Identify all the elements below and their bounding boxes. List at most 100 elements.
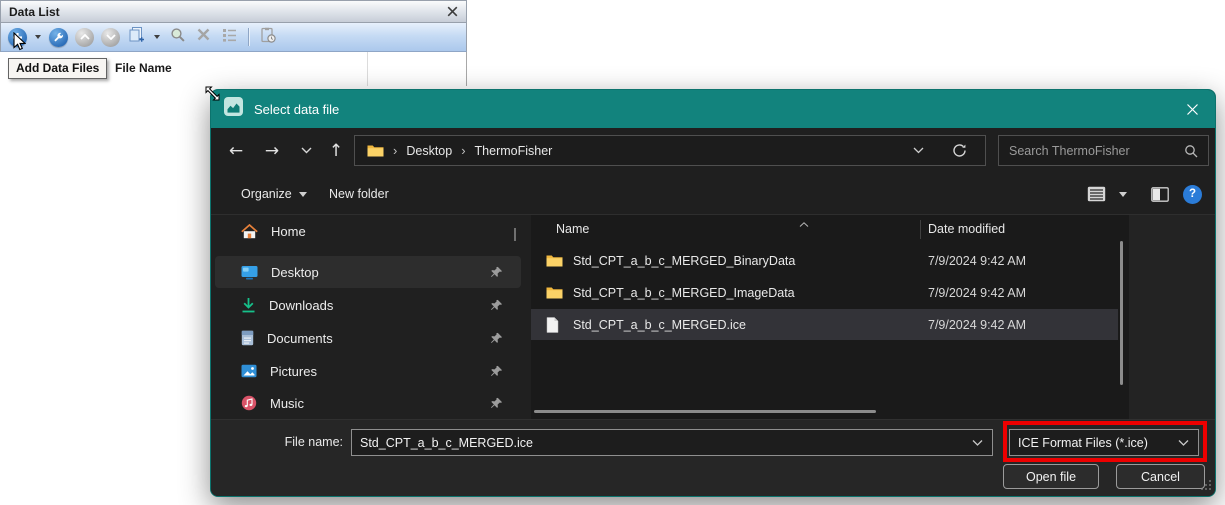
- pin-icon[interactable]: [490, 365, 503, 378]
- mouse-cursor-icon: [13, 31, 27, 57]
- resize-cursor-icon: [204, 85, 221, 107]
- sidebar-item-label: Home: [271, 223, 306, 239]
- column-divider[interactable]: [920, 220, 921, 239]
- sidebar-item-home[interactable]: Home: [215, 215, 521, 247]
- close-icon[interactable]: [447, 6, 458, 17]
- sidebar-item-documents[interactable]: Documents: [215, 322, 521, 354]
- copy-button[interactable]: [125, 26, 148, 49]
- search-button[interactable]: [166, 26, 189, 49]
- file-row-selected[interactable]: Std_CPT_a_b_c_MERGED.ice 7/9/2024 9:42 A…: [531, 309, 1118, 340]
- chevron-down-icon[interactable]: [972, 439, 983, 446]
- file-name: Std_CPT_a_b_c_MERGED.ice: [573, 317, 746, 332]
- file-row[interactable]: Std_CPT_a_b_c_MERGED_BinaryData 7/9/2024…: [531, 245, 1118, 276]
- file-type-value: ICE Format Files (*.ice): [1018, 435, 1148, 450]
- music-icon: [241, 395, 257, 411]
- refresh-icon[interactable]: [952, 143, 967, 158]
- sort-ascending-icon: [799, 216, 809, 230]
- view-options-button[interactable]: [218, 26, 241, 49]
- documents-icon: [241, 330, 254, 346]
- select-data-file-dialog: Select data file ← → ↑ › Desktop › Therm…: [210, 89, 1216, 497]
- places-sidebar: Home Desktop Downloads Documents Picture…: [211, 215, 529, 419]
- report-button[interactable]: [256, 26, 279, 49]
- sidebar-item-downloads[interactable]: Downloads: [215, 289, 521, 321]
- pin-icon[interactable]: [490, 299, 503, 312]
- new-folder-label: New folder: [329, 187, 389, 201]
- navigation-bar: ← → ↑ › Desktop › ThermoFisher: [211, 128, 1215, 173]
- sidebar-scrollbar[interactable]: [514, 228, 516, 241]
- view-dropdown-caret[interactable]: [1119, 173, 1127, 215]
- copy-icon: [128, 26, 145, 48]
- file-list-header: Name Date modified: [531, 217, 1129, 241]
- view-options-icon: [222, 28, 237, 47]
- help-button[interactable]: ?: [1183, 173, 1202, 215]
- folder-icon: [546, 254, 564, 268]
- close-icon[interactable]: [1169, 90, 1215, 128]
- back-icon[interactable]: ←: [223, 128, 249, 173]
- forward-icon[interactable]: →: [259, 128, 285, 173]
- file-name: Std_CPT_a_b_c_MERGED_ImageData: [573, 285, 795, 300]
- sidebar-item-label: Documents: [267, 330, 333, 346]
- remove-icon: [197, 28, 210, 46]
- copy-dropdown-caret[interactable]: [151, 26, 163, 49]
- vertical-scrollbar[interactable]: [1120, 241, 1123, 385]
- pin-icon[interactable]: [490, 332, 503, 345]
- move-up-icon: [75, 27, 94, 47]
- search-icon: [170, 27, 186, 48]
- pin-icon[interactable]: [490, 266, 503, 279]
- file-name-combo: [351, 429, 993, 456]
- tools-button[interactable]: [47, 26, 70, 49]
- sidebar-item-label: Desktop: [271, 264, 319, 280]
- breadcrumb-segment-thermofisher[interactable]: ThermoFisher: [475, 144, 553, 158]
- new-folder-button[interactable]: New folder: [329, 173, 389, 215]
- empty-area: [1129, 215, 1215, 419]
- move-up-button[interactable]: [73, 26, 96, 49]
- chevron-right-icon: ›: [393, 143, 398, 158]
- file-name: Std_CPT_a_b_c_MERGED_BinaryData: [573, 253, 796, 268]
- chevron-down-icon: [1178, 439, 1189, 446]
- column-header-date-modified[interactable]: Date modified: [928, 222, 1005, 236]
- view-list-button[interactable]: [1087, 173, 1106, 215]
- move-down-icon: [101, 27, 120, 47]
- remove-button[interactable]: [192, 26, 215, 49]
- dialog-footer: File name: ICE Format Files (*.ice) Open…: [211, 419, 1215, 496]
- column-header-name[interactable]: Name: [556, 222, 589, 236]
- move-down-button[interactable]: [99, 26, 122, 49]
- file-date-modified: 7/9/2024 9:42 AM: [928, 317, 1026, 332]
- search-box: [998, 135, 1209, 166]
- open-file-button[interactable]: Open file: [1003, 464, 1099, 489]
- file-icon: [546, 316, 564, 333]
- breadcrumb-segment-desktop[interactable]: Desktop: [406, 144, 452, 158]
- cancel-button[interactable]: Cancel: [1116, 464, 1205, 489]
- file-name-label: File name:: [284, 435, 343, 449]
- sidebar-item-desktop[interactable]: Desktop: [215, 256, 521, 288]
- preview-pane-button[interactable]: [1151, 173, 1169, 215]
- dialog-title: Select data file: [254, 101, 340, 117]
- chevron-down-icon: [298, 191, 307, 197]
- column-divider: [367, 52, 368, 86]
- command-bar: Organize New folder ?: [211, 173, 1215, 215]
- sidebar-item-music[interactable]: Music: [215, 387, 521, 419]
- folder-icon: [546, 286, 564, 300]
- organize-button[interactable]: Organize: [241, 173, 307, 215]
- chevron-down-icon[interactable]: [913, 147, 924, 154]
- breadcrumb[interactable]: › Desktop › ThermoFisher: [354, 135, 986, 166]
- pin-icon[interactable]: [490, 397, 503, 410]
- folder-icon: [367, 144, 384, 158]
- file-name-column-header[interactable]: File Name: [115, 61, 172, 75]
- desktop-icon: [241, 265, 258, 280]
- file-name-input[interactable]: [360, 435, 966, 450]
- file-row[interactable]: Std_CPT_a_b_c_MERGED_ImageData 7/9/2024 …: [531, 277, 1118, 308]
- horizontal-scrollbar[interactable]: [534, 410, 876, 413]
- recent-locations-icon[interactable]: [293, 128, 319, 173]
- data-list-title: Data List: [9, 4, 60, 19]
- resize-grip[interactable]: [1201, 477, 1211, 495]
- file-type-select[interactable]: ICE Format Files (*.ice): [1009, 429, 1199, 456]
- tools-icon: [49, 27, 68, 47]
- sidebar-item-pictures[interactable]: Pictures: [215, 355, 521, 387]
- search-input[interactable]: [1009, 143, 1184, 158]
- data-list-titlebar: Data List: [0, 0, 467, 23]
- up-icon[interactable]: ↑: [323, 128, 349, 173]
- search-icon[interactable]: [1184, 144, 1198, 158]
- dialog-titlebar: Select data file: [211, 90, 1215, 128]
- add-dropdown-caret[interactable]: [32, 26, 44, 49]
